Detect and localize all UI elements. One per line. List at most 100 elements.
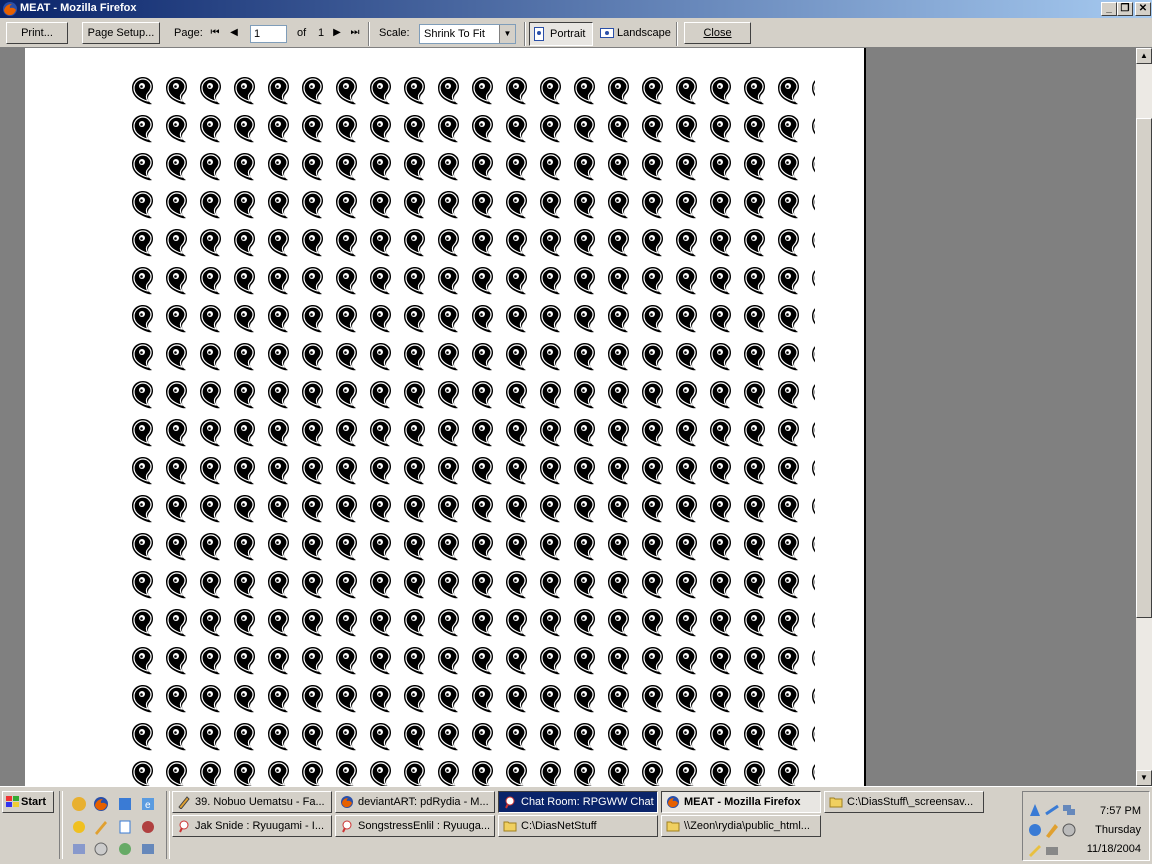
- first-page-icon[interactable]: ⏮: [209, 27, 221, 39]
- pattern-tile: [370, 457, 391, 485]
- task-button[interactable]: deviantART: pdRydia - M...: [335, 791, 495, 813]
- scale-select[interactable]: Shrink To Fit ▼: [419, 24, 516, 44]
- quick-launch-icon[interactable]: [70, 818, 88, 836]
- pattern-tile: [574, 77, 595, 105]
- pattern-tile: [642, 229, 663, 257]
- task-button[interactable]: MEAT - Mozilla Firefox: [661, 791, 821, 813]
- pattern-tile: [812, 384, 815, 401]
- pattern-tile: [642, 381, 663, 409]
- network-icon[interactable]: [1061, 802, 1077, 818]
- pattern-tile: [710, 153, 731, 181]
- minimize-button[interactable]: _: [1101, 2, 1117, 16]
- pattern-tile: [744, 77, 765, 105]
- pattern-tile: [812, 650, 815, 667]
- quick-launch-icon[interactable]: [92, 840, 110, 858]
- print-preview-area[interactable]: [0, 48, 1136, 786]
- scroll-up-icon[interactable]: ▲: [1136, 48, 1152, 64]
- task-label: C:\DiasStuff\_screensav...: [847, 796, 974, 808]
- task-button[interactable]: \\Zeon\rydia\public_html...: [661, 815, 821, 837]
- pattern-tile: [778, 495, 799, 523]
- scrollbar-thumb[interactable]: [1136, 118, 1152, 618]
- pattern-tile: [166, 77, 187, 105]
- restore-button[interactable]: ❐: [1117, 2, 1133, 16]
- quick-launch-icon[interactable]: e: [139, 795, 157, 813]
- last-page-icon[interactable]: ⏭: [349, 27, 361, 39]
- quick-launch-icon[interactable]: [139, 818, 157, 836]
- pattern-tile: [336, 381, 357, 409]
- pattern-tile: [642, 457, 663, 485]
- pattern-tile: [302, 191, 323, 219]
- tray-app-icon[interactable]: [1044, 802, 1060, 818]
- quick-launch-icon[interactable]: [116, 818, 134, 836]
- firefox-icon[interactable]: [92, 795, 110, 813]
- previous-page-icon[interactable]: ◀: [228, 27, 240, 39]
- pattern-tile: [608, 761, 629, 786]
- pattern-tile: [302, 457, 323, 485]
- scroll-down-icon[interactable]: ▼: [1136, 770, 1152, 786]
- pattern-tile: [812, 612, 815, 629]
- quick-launch-icon[interactable]: [70, 795, 88, 813]
- pattern-tile: [302, 761, 323, 786]
- quick-launch-icon[interactable]: [92, 818, 110, 836]
- pattern-tile: [540, 685, 561, 713]
- tray-app-icon[interactable]: [1027, 822, 1043, 838]
- quick-launch-icon[interactable]: [139, 840, 157, 858]
- close-window-button[interactable]: ✕: [1135, 2, 1151, 16]
- close-preview-button[interactable]: Close: [684, 22, 751, 44]
- task-button[interactable]: Chat Room: RPGWW Chat: [498, 791, 658, 813]
- landscape-toggle[interactable]: Landscape: [597, 22, 673, 46]
- window-titlebar[interactable]: MEAT - Mozilla Firefox _ ❐ ✕: [0, 0, 1152, 18]
- pattern-tile: [540, 609, 561, 637]
- clock-day: Thursday: [1095, 824, 1141, 836]
- page-setup-button[interactable]: Page Setup...: [82, 22, 160, 44]
- quick-launch-icon[interactable]: [116, 795, 134, 813]
- scale-select-value: Shrink To Fit: [424, 28, 485, 40]
- task-button[interactable]: 39. Nobuo Uematsu - Fa...: [172, 791, 332, 813]
- task-button[interactable]: C:\DiasStuff\_screensav...: [824, 791, 984, 813]
- quick-launch-icon[interactable]: [116, 840, 134, 858]
- pattern-tile: [200, 761, 221, 786]
- pattern-tile: [234, 267, 255, 295]
- pattern-tile: [234, 647, 255, 675]
- pattern-tile: [404, 343, 425, 371]
- pattern-tile: [506, 381, 527, 409]
- pattern-tile: [642, 343, 663, 371]
- pattern-tile: [676, 723, 697, 751]
- pattern-tile: [370, 343, 391, 371]
- pattern-tile: [302, 229, 323, 257]
- firefox-icon: [341, 796, 353, 808]
- pattern-tile: [166, 153, 187, 181]
- pattern-tile: [438, 267, 459, 295]
- start-button[interactable]: Start: [2, 791, 54, 813]
- pattern-tile: [710, 191, 731, 219]
- tray-app-icon[interactable]: [1061, 822, 1077, 838]
- winamp-icon[interactable]: [1044, 822, 1060, 838]
- pattern-tile: [608, 457, 629, 485]
- task-button[interactable]: C:\DiasNetStuff: [498, 815, 658, 837]
- page-number-input[interactable]: 1: [250, 25, 287, 43]
- tray-app-icon[interactable]: [1027, 842, 1043, 858]
- print-button[interactable]: Print...: [6, 22, 68, 44]
- next-page-icon[interactable]: ▶: [331, 27, 343, 39]
- pattern-tile: [812, 764, 815, 781]
- pattern-tile: [506, 533, 527, 561]
- pattern-tile: [268, 761, 289, 786]
- portrait-toggle[interactable]: Portrait: [529, 22, 593, 46]
- quick-launch-icon[interactable]: [70, 840, 88, 858]
- chevron-down-icon[interactable]: ▼: [499, 25, 515, 43]
- task-button[interactable]: SongstressEnlil : Ryuuga...: [335, 815, 495, 837]
- tray-app-icon[interactable]: [1027, 802, 1043, 818]
- vertical-scrollbar[interactable]: ▲ ▼: [1136, 48, 1152, 786]
- pattern-tile: [778, 723, 799, 751]
- pattern-tile: [710, 723, 731, 751]
- pattern-tile: [166, 609, 187, 637]
- pattern-tile: [574, 115, 595, 143]
- tray-app-icon[interactable]: [1044, 842, 1060, 858]
- pattern-tile: [166, 571, 187, 599]
- pattern-tile: [166, 495, 187, 523]
- clock-time[interactable]: 7:57 PM: [1100, 805, 1141, 817]
- task-button[interactable]: Jak Snide : Ryuugami - I...: [172, 815, 332, 837]
- pattern-tile: [676, 153, 697, 181]
- pattern-tile: [302, 77, 323, 105]
- pattern-tile: [404, 647, 425, 675]
